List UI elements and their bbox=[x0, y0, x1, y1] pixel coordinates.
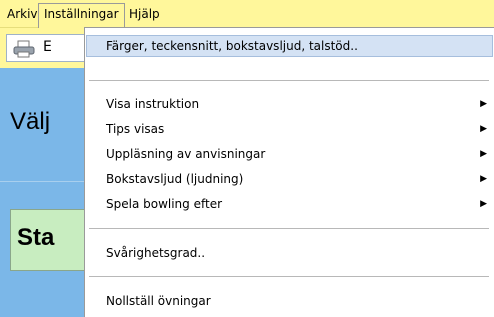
menu-item-farger-label: Färger, teckensnitt, bokstavsljud, talst… bbox=[106, 39, 358, 53]
menu-item-visa-instruktion-label: Visa instruktion bbox=[106, 97, 200, 111]
menu-item-nollstall-label: Nollställ övningar bbox=[106, 294, 211, 308]
submenu-arrow-icon: ▶ bbox=[480, 99, 487, 109]
submenu-arrow-icon: ▶ bbox=[480, 199, 487, 209]
print-button-label: E bbox=[43, 39, 52, 55]
menu-installningar-label: Inställningar bbox=[44, 7, 119, 21]
menu-item-upplasning-label: Uppläsning av anvisningar bbox=[106, 147, 266, 161]
menu-separator bbox=[89, 80, 489, 82]
submenu-arrow-icon: ▶ bbox=[480, 124, 487, 134]
print-button[interactable]: E bbox=[6, 34, 86, 62]
menu-item-bokstavsljud[interactable]: Bokstavsljud (ljudning) ▶ bbox=[86, 168, 493, 190]
heading-text: Välj bbox=[10, 108, 51, 135]
menu-item-spela-bowling[interactable]: Spela bowling efter ▶ bbox=[86, 193, 493, 215]
installningar-dropdown: Färger, teckensnitt, bokstavsljud, talst… bbox=[84, 27, 494, 317]
menu-bar: Arkiv Inställningar Hjälp bbox=[0, 0, 494, 28]
menu-item-svarighetsgrad-label: Svårighetsgrad.. bbox=[106, 246, 206, 260]
menu-item-bokstavsljud-label: Bokstavsljud (ljudning) bbox=[106, 172, 244, 186]
menu-arkiv[interactable]: Arkiv bbox=[2, 4, 43, 24]
menu-separator bbox=[89, 276, 489, 278]
start-button-label: Sta bbox=[17, 224, 55, 251]
menu-item-upplasning[interactable]: Uppläsning av anvisningar ▶ bbox=[86, 143, 493, 165]
menu-item-nollstall[interactable]: Nollställ övningar bbox=[86, 290, 493, 312]
menu-installningar[interactable]: Inställningar bbox=[38, 3, 125, 28]
menu-hjalp[interactable]: Hjälp bbox=[124, 4, 165, 24]
submenu-arrow-icon: ▶ bbox=[480, 149, 487, 159]
menu-separator bbox=[89, 228, 489, 230]
menu-item-tips-visas-label: Tips visas bbox=[106, 122, 165, 136]
menu-item-spela-bowling-label: Spela bowling efter bbox=[106, 197, 223, 211]
menu-hjalp-label: Hjälp bbox=[129, 7, 160, 21]
menu-item-svarighetsgrad[interactable]: Svårighetsgrad.. bbox=[86, 242, 493, 264]
menu-item-farger[interactable]: Färger, teckensnitt, bokstavsljud, talst… bbox=[86, 35, 493, 57]
menu-arkiv-label: Arkiv bbox=[7, 7, 38, 21]
printer-icon bbox=[13, 40, 35, 62]
menu-item-visa-instruktion[interactable]: Visa instruktion ▶ bbox=[86, 93, 493, 115]
submenu-arrow-icon: ▶ bbox=[480, 174, 487, 184]
menu-item-tips-visas[interactable]: Tips visas ▶ bbox=[86, 118, 493, 140]
